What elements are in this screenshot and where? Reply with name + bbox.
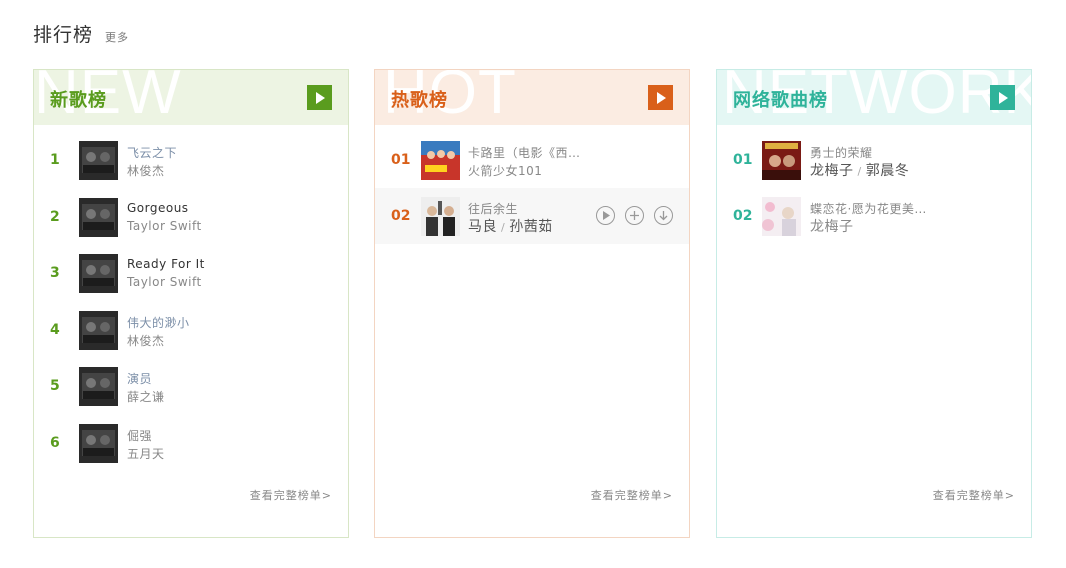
album-cover[interactable] xyxy=(79,367,118,406)
album-cover[interactable] xyxy=(79,424,118,463)
list-item[interactable]: 01 卡路里（电影《西… 火箭少女101 xyxy=(375,132,689,188)
rank-number: 6 xyxy=(50,435,60,451)
rank-number: 02 xyxy=(391,208,411,224)
network-songs-chart-card: NETWORK 网络歌曲榜 01 勇士的荣耀 龙梅子 / 郭晨冬 02 蝶恋花·愿为… xyxy=(716,69,1032,538)
singer-name[interactable]: 火箭少女101 xyxy=(468,162,542,179)
album-cover[interactable] xyxy=(79,198,118,237)
singer-name[interactable]: Taylor Swift xyxy=(127,219,202,233)
card-title: 网络歌曲榜 xyxy=(733,90,828,111)
album-cover[interactable] xyxy=(79,311,118,350)
singer-separator: / xyxy=(857,165,862,178)
play-all-button[interactable] xyxy=(307,85,332,110)
card-title: 热歌榜 xyxy=(391,90,448,111)
rank-number: 01 xyxy=(733,152,753,168)
card-header: NETWORK 网络歌曲榜 xyxy=(717,70,1031,125)
play-icon xyxy=(602,211,610,220)
album-cover[interactable] xyxy=(421,197,460,236)
rank-number: 4 xyxy=(50,322,60,338)
add-to-playlist-button[interactable] xyxy=(625,206,644,225)
card-title: 新歌榜 xyxy=(50,90,107,111)
album-cover[interactable] xyxy=(421,141,460,180)
rank-number: 3 xyxy=(50,265,60,281)
play-all-button[interactable] xyxy=(648,85,673,110)
list-item-hovered[interactable]: 02 往后余生 马良 / 孙茜茹 xyxy=(375,188,689,244)
play-all-button[interactable] xyxy=(990,85,1015,110)
play-icon xyxy=(656,91,666,104)
list-item[interactable]: 3 Ready For It Taylor Swift xyxy=(34,245,348,301)
song-title[interactable]: 伟大的渺小 xyxy=(127,314,190,331)
rank-number: 02 xyxy=(733,208,753,224)
list-item[interactable]: 1 飞云之下 林俊杰 xyxy=(34,132,348,188)
singer-name[interactable]: 孙茜茹 xyxy=(509,219,553,235)
singer-name[interactable]: 龙梅子 xyxy=(810,163,854,179)
play-song-button[interactable] xyxy=(596,206,615,225)
rank-number: 1 xyxy=(50,152,60,168)
list-item[interactable]: 02 蝶恋花·愿为花更美… 龙梅子 xyxy=(717,188,1031,244)
more-link[interactable]: 更多 xyxy=(105,29,129,45)
list-item[interactable]: 4 伟大的渺小 林俊杰 xyxy=(34,302,348,358)
singer-name[interactable]: 五月天 xyxy=(127,445,165,462)
song-title[interactable]: 演员 xyxy=(127,370,152,387)
play-icon xyxy=(315,91,325,104)
song-title[interactable]: 倔强 xyxy=(127,427,152,444)
view-full-chart-link[interactable]: 查看完整榜单> xyxy=(591,487,673,503)
singer-names: 马良 / 孙茜茹 xyxy=(468,216,553,236)
rank-number: 01 xyxy=(391,152,411,168)
section-title: 排行榜 xyxy=(33,24,94,46)
song-title[interactable]: 勇士的荣耀 xyxy=(810,144,873,161)
song-title[interactable]: Ready For It xyxy=(127,257,205,271)
singer-name[interactable]: 郭晨冬 xyxy=(866,163,910,179)
singer-separator: / xyxy=(501,221,506,234)
plus-icon xyxy=(630,211,639,220)
song-title[interactable]: Gorgeous xyxy=(127,201,189,215)
singer-name[interactable]: 林俊杰 xyxy=(127,162,165,179)
rank-number: 2 xyxy=(50,209,60,225)
singer-name[interactable]: Taylor Swift xyxy=(127,275,202,289)
hot-songs-chart-card: HOT 热歌榜 01 卡路里（电影《西… 火箭少女101 02 往后余生 马良 /… xyxy=(374,69,690,538)
song-title[interactable]: 往后余生 xyxy=(468,200,518,217)
album-cover[interactable] xyxy=(762,197,801,236)
download-icon xyxy=(659,210,668,220)
chart-section-header: 排行榜 更多 xyxy=(33,20,129,46)
view-full-chart-link[interactable]: 查看完整榜单> xyxy=(250,487,332,503)
song-title[interactable]: 卡路里（电影《西… xyxy=(468,144,581,161)
view-full-chart-link[interactable]: 查看完整榜单> xyxy=(933,487,1015,503)
singer-name[interactable]: 林俊杰 xyxy=(127,332,165,349)
album-cover[interactable] xyxy=(762,141,801,180)
singer-name[interactable]: 薛之谦 xyxy=(127,388,165,405)
song-operations xyxy=(596,206,673,225)
singer-name[interactable]: 马良 xyxy=(468,219,497,235)
list-item[interactable]: 2 Gorgeous Taylor Swift xyxy=(34,189,348,245)
list-item[interactable]: 6 倔强 五月天 xyxy=(34,415,348,471)
album-cover[interactable] xyxy=(79,254,118,293)
singer-names: 龙梅子 / 郭晨冬 xyxy=(810,160,909,180)
song-title[interactable]: 飞云之下 xyxy=(127,144,177,161)
list-item[interactable]: 5 演员 薛之谦 xyxy=(34,358,348,414)
play-icon xyxy=(998,91,1008,104)
download-button[interactable] xyxy=(654,206,673,225)
list-item[interactable]: 01 勇士的荣耀 龙梅子 / 郭晨冬 xyxy=(717,132,1031,188)
singer-name[interactable]: 龙梅子 xyxy=(810,216,854,236)
card-header: NEW 新歌榜 xyxy=(34,70,348,125)
card-header: HOT 热歌榜 xyxy=(375,70,689,125)
song-title[interactable]: 蝶恋花·愿为花更美… xyxy=(810,200,927,217)
rank-number: 5 xyxy=(50,378,60,394)
new-songs-chart-card: NEW 新歌榜 1 飞云之下 林俊杰 2 Gorgeous Taylor Swi… xyxy=(33,69,349,538)
album-cover[interactable] xyxy=(79,141,118,180)
